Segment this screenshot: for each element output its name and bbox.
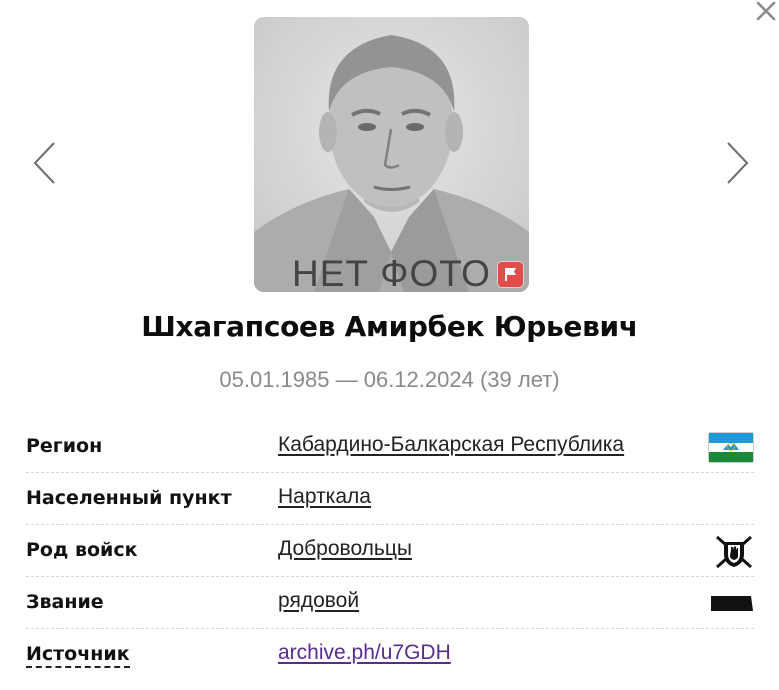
details-row-settlement: Населенный пункт Нарткала — [26, 473, 754, 525]
no-photo-silhouette — [254, 17, 529, 292]
person-photo-placeholder: НЕТ ФОТО — [254, 17, 529, 292]
flag-icon — [504, 268, 516, 281]
kbr-flag-icon — [708, 432, 754, 463]
details-row-rank: Звание рядовой — [26, 577, 754, 629]
rank-label: Звание — [26, 591, 104, 613]
details-row-branch: Род войск Добровольцы — [26, 525, 754, 577]
rank-insignia-icon — [711, 596, 753, 611]
chevron-right-icon — [727, 142, 749, 184]
previous-button[interactable] — [30, 140, 60, 186]
person-name: Шхагапсоев Амирбек Юрьевич — [141, 310, 638, 343]
settlement-link[interactable]: Нарткала — [278, 485, 371, 509]
branch-link[interactable]: Добровольцы — [278, 537, 412, 561]
details-table: Регион Кабардино-Балкарская Республика Н… — [26, 421, 754, 681]
next-button[interactable] — [722, 140, 752, 186]
no-photo-caption: НЕТ ФОТО — [292, 253, 491, 292]
branch-label: Род войск — [26, 539, 138, 561]
report-button[interactable] — [498, 262, 523, 287]
person-dates: 05.01.1985 — 06.12.2024 (39 лет) — [219, 367, 560, 392]
chevron-left-icon — [33, 142, 55, 184]
rank-link[interactable]: рядовой — [278, 589, 359, 613]
details-row-source: Источник archive.ph/u7GDH — [26, 629, 754, 681]
close-icon — [756, 1, 776, 21]
volunteers-emblem-icon — [716, 535, 752, 569]
region-label: Регион — [26, 435, 103, 457]
source-label[interactable]: Источник — [26, 643, 130, 668]
close-button[interactable] — [755, 0, 777, 22]
region-link[interactable]: Кабардино-Балкарская Республика — [278, 433, 624, 457]
settlement-label: Населенный пункт — [26, 487, 232, 509]
source-link[interactable]: archive.ph/u7GDH — [278, 641, 451, 665]
details-row-region: Регион Кабардино-Балкарская Республика — [26, 421, 754, 473]
